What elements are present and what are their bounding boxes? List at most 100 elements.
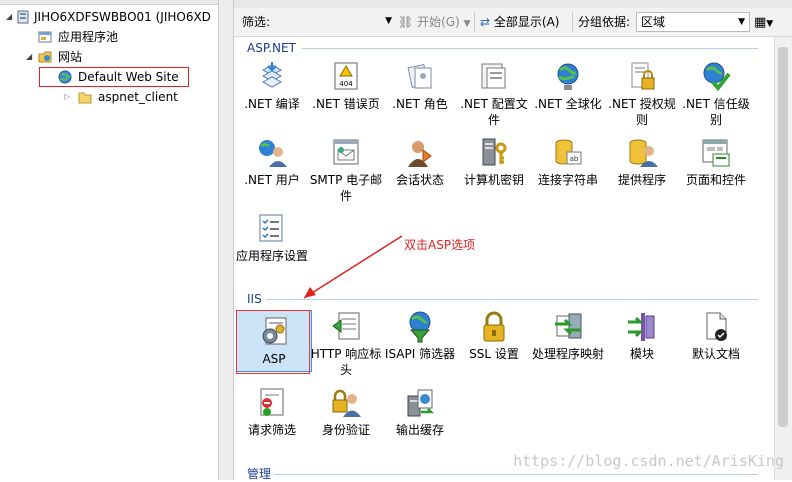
machine-key-icon (477, 136, 511, 170)
group-divider (302, 48, 758, 49)
svg-text:404: 404 (339, 80, 353, 88)
sites-label: 网站 (58, 50, 83, 64)
tree-node-aspnet-client[interactable]: ▷ aspnet_client (2, 88, 218, 106)
tree-node-app-pools[interactable]: 应用程序池 (2, 28, 218, 46)
collapse-arrow-icon[interactable]: ◢ (6, 8, 14, 26)
tree-header-strip (0, 0, 218, 5)
roles-icon (403, 60, 437, 94)
feature-handler-mappings[interactable]: 处理程序映射 (530, 310, 606, 362)
group-by-value: 区域 (641, 15, 666, 29)
authentication-icon (329, 386, 363, 420)
pages-controls-icon (699, 136, 733, 170)
group-divider (274, 474, 758, 475)
providers-icon (625, 136, 659, 170)
feature-net-profile[interactable]: .NET 配置文件 (456, 60, 532, 128)
svg-text:ab: ab (570, 155, 579, 163)
filter-label: 筛选: (242, 15, 271, 29)
feature-net-trust-levels[interactable]: .NET 信任级别 (678, 60, 754, 128)
feature-net-globalization[interactable]: .NET 全球化 (530, 60, 606, 112)
output-cache-icon (403, 386, 437, 420)
app-pool-icon (38, 30, 52, 44)
server-label: JIHO6XDFSWBBO01 (JIHO6XD (34, 10, 211, 24)
vertical-scrollbar[interactable] (774, 37, 792, 480)
group-by-select[interactable]: 区域 ▼ (636, 12, 750, 32)
tree-node-sites[interactable]: ◢ 网站 (2, 48, 218, 66)
feature-net-error-pages[interactable]: 404 .NET 错误页 (308, 60, 384, 112)
app-pools-label: 应用程序池 (58, 30, 119, 44)
filter-toolbar: 筛选: ▼ ⛓ 开始(G) ▼ ⇄ 全部显示(A) 分组依据: 区域 ▼ ▦▼ (234, 0, 792, 37)
server-icon (16, 10, 30, 24)
connection-strings-icon: ab (551, 136, 585, 170)
tree-node-server[interactable]: ◢ JIHO6XDFSWBBO01 (JIHO6XD (2, 8, 218, 26)
response-headers-icon (329, 310, 363, 344)
connections-tree: ◢ JIHO6XDFSWBBO01 (JIHO6XD 应用程序池 ◢ 网站 ◢ … (0, 0, 219, 480)
compile-icon (255, 60, 289, 94)
expand-arrow-icon[interactable]: ▷ (64, 88, 72, 106)
feature-default-document[interactable]: 默认文档 (678, 310, 754, 362)
default-document-icon (699, 310, 733, 344)
folder-icon (78, 90, 92, 104)
start-filter-button[interactable]: ⛓ 开始(G) ▼ (398, 13, 470, 31)
annotation-text: 双击ASP选项 (404, 238, 476, 252)
feature-http-response-headers[interactable]: HTTP 响应标头 (308, 310, 384, 378)
features-view: 筛选: ▼ ⛓ 开始(G) ▼ ⇄ 全部显示(A) 分组依据: 区域 ▼ ▦▼ … (234, 0, 792, 481)
filter-input[interactable]: ▼ (276, 12, 396, 32)
request-filtering-icon (255, 386, 289, 420)
watermark: https://blog.csdn.net/ArisKing (513, 452, 784, 470)
session-state-icon (403, 136, 437, 170)
modules-icon (625, 310, 659, 344)
ssl-lock-icon (477, 310, 511, 344)
dropdown-arrow-icon[interactable]: ▼ (738, 13, 745, 31)
feature-net-compilation[interactable]: .NET 编译 (234, 60, 310, 112)
binoculars-icon: ⛓ (398, 15, 414, 29)
pane-splitter[interactable] (219, 0, 234, 480)
trust-check-icon (699, 60, 733, 94)
group-header-iis: IIS (247, 292, 262, 306)
default-site-label: Default Web Site (78, 70, 179, 84)
feature-ssl-settings[interactable]: SSL 设置 (456, 310, 532, 362)
scrollbar-thumb[interactable] (778, 47, 788, 427)
show-all-icon: ⇄ (480, 15, 491, 29)
handler-mappings-icon (551, 310, 585, 344)
annotation-arrow (303, 235, 403, 299)
feature-smtp-email[interactable]: SMTP 电子邮件 (308, 136, 384, 204)
feature-machine-key[interactable]: 计算机密钥 (456, 136, 532, 188)
view-mode-button[interactable]: ▦▼ (754, 13, 773, 31)
group-by-label: 分组依据: (578, 15, 631, 29)
smtp-mail-icon (329, 136, 363, 170)
dropdown-arrow-icon[interactable]: ▼ (766, 19, 773, 29)
error-page-icon: 404 (329, 60, 363, 94)
profile-icon (477, 60, 511, 94)
feature-net-roles[interactable]: .NET 角色 (382, 60, 458, 112)
feature-modules[interactable]: 模块 (604, 310, 680, 362)
authorization-lock-icon (625, 60, 659, 94)
feature-authentication[interactable]: 身份验证 (308, 386, 384, 438)
feature-output-caching[interactable]: 输出缓存 (382, 386, 458, 438)
sites-folder-icon (38, 50, 52, 64)
feature-net-authorization[interactable]: .NET 授权规则 (604, 60, 680, 128)
app-settings-icon (255, 212, 289, 246)
feature-request-filtering[interactable]: 请求筛选 (234, 386, 310, 438)
feature-isapi-filters[interactable]: ISAPI 筛选器 (382, 310, 458, 362)
feature-net-users[interactable]: .NET 用户 (234, 136, 310, 188)
feature-connection-strings[interactable]: ab 连接字符串 (530, 136, 606, 188)
toolbar-separator (474, 12, 475, 32)
group-header-aspnet: ASP.NET (247, 41, 296, 55)
feature-pages-and-controls[interactable]: 页面和控件 (678, 136, 754, 188)
globe-icon (58, 70, 72, 84)
show-all-button[interactable]: ⇄ 全部显示(A) (480, 13, 559, 31)
globe-icon (551, 60, 585, 94)
dropdown-arrow-icon[interactable]: ▼ (385, 12, 392, 30)
isapi-filter-icon (403, 310, 437, 344)
collapse-arrow-icon[interactable]: ◢ (26, 48, 34, 66)
dropdown-arrow-icon[interactable]: ▼ (464, 19, 471, 29)
toolbar-top-strip (234, 0, 792, 8)
feature-session-state[interactable]: 会话状态 (382, 136, 458, 188)
toolbar-separator (572, 12, 573, 32)
users-icon (255, 136, 289, 170)
tree-node-default-web-site[interactable]: ◢ Default Web Site (2, 67, 218, 87)
highlight-box (236, 310, 310, 374)
aspnet-client-label: aspnet_client (98, 90, 178, 104)
feature-providers[interactable]: 提供程序 (604, 136, 680, 188)
view-grid-icon: ▦ (754, 15, 767, 30)
